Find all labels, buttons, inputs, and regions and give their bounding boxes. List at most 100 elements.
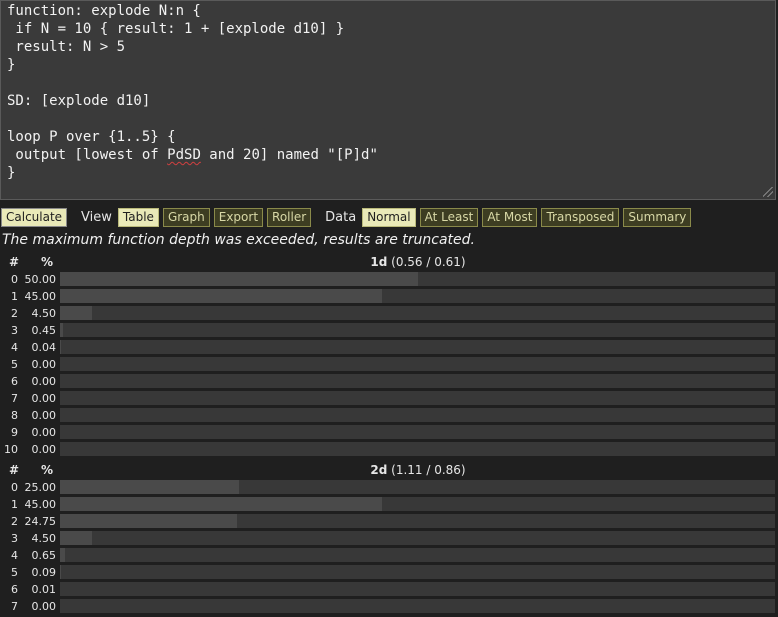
probability-bar-track [60,565,775,579]
table-stats: (0.56 / 0.61) [391,255,466,269]
probability-bar-track [60,357,775,371]
row-percent: 0.00 [31,375,57,388]
row-percent: 0.00 [31,600,57,613]
code-line: if N = 10 { result: 1 + [explode d10] } [7,21,345,37]
table-row: 5 0.00 [0,356,778,373]
probability-bar-track [60,289,775,303]
view-table-button[interactable]: Table [117,207,159,227]
table-title: 2d (1.11 / 0.86) [60,463,776,477]
code-line: } [7,165,16,181]
probability-bar-track [60,548,775,562]
table-row: 3 4.50 [0,530,778,547]
row-percent: 0.00 [31,426,57,439]
table-row: 6 0.00 [0,373,778,390]
table-row: 1 45.00 [0,496,778,513]
data-normal-button[interactable]: Normal [362,207,416,227]
row-percent: 0.65 [31,549,57,562]
code-editor[interactable]: function: explode N:n { if N = 10 { resu… [0,0,776,200]
row-outcome: 2 [11,307,18,320]
row-percent: 0.04 [31,341,57,354]
code-line: SD: [explode d10] [7,93,151,109]
code-line: } [7,57,16,73]
probability-bar-track [60,408,775,422]
row-percent: 0.00 [31,443,57,456]
table-row: 2 24.75 [0,513,778,530]
code-line: result: N > 5 [7,39,126,55]
column-header-number: # [9,255,20,269]
probability-bar-track [60,480,775,494]
row-percent: 0.01 [31,583,57,596]
probability-bar [60,548,65,562]
probability-bar [60,531,93,545]
view-graph-button[interactable]: Graph [162,207,210,227]
probability-bar-track [60,323,775,337]
table-row: 4 0.04 [0,339,778,356]
code-line: loop P over {1..5} { [7,129,176,145]
probability-bar-track [60,442,775,456]
row-outcome: 5 [11,358,18,371]
row-percent: 0.09 [31,566,57,579]
results-table-1d: # % 1d (0.56 / 0.61) 0 50.00 1 45.00 2 4.50 3 0… [0,254,778,458]
row-outcome: 6 [11,583,18,596]
column-header-percent: % [41,463,54,477]
code-line: output [lowest of PdSD and 20] named "[P… [1,146,775,164]
table-name: 2d [370,463,388,477]
row-outcome: 7 [11,392,18,405]
data-summary-button[interactable]: Summary [623,207,692,227]
table-header: # % 2d (1.11 / 0.86) [0,462,778,479]
table-row: 9 0.00 [0,424,778,441]
row-outcome: 3 [11,532,18,545]
view-export-button[interactable]: Export [213,207,264,227]
row-percent: 0.00 [31,392,57,405]
row-outcome: 7 [11,600,18,613]
probability-bar-track [60,599,775,613]
row-percent: 45.00 [24,498,57,511]
row-outcome: 5 [11,566,18,579]
results-table-2d: # % 2d (1.11 / 0.86) 0 25.00 1 45.00 2 24.75 3… [0,462,778,615]
table-title: 1d (0.56 / 0.61) [60,255,776,269]
toolbar: Calculate View Table Graph Export Roller… [0,206,778,228]
row-outcome: 0 [11,481,18,494]
table-row: 7 0.00 [0,390,778,407]
table-row: 4 0.65 [0,547,778,564]
table-name: 1d [370,255,388,269]
probability-bar [60,306,93,320]
table-row: 0 25.00 [0,479,778,496]
table-row: 1 45.00 [0,288,778,305]
table-row: 2 4.50 [0,305,778,322]
column-header-number: # [9,463,20,477]
row-outcome: 9 [11,426,18,439]
probability-bar [60,272,418,286]
data-at-most-button[interactable]: At Most [482,207,538,227]
code-text: and 20] named "[P]d" [200,147,378,163]
table-row: 8 0.00 [0,407,778,424]
probability-bar-track [60,531,775,545]
truncation-notice: The maximum function depth was exceeded,… [2,232,475,248]
probability-bar [60,289,382,303]
row-percent: 50.00 [24,273,57,286]
probability-bar-track [60,391,775,405]
data-at-least-button[interactable]: At Least [419,207,479,227]
row-percent: 0.45 [31,324,57,337]
row-outcome: 10 [4,443,18,456]
table-header: # % 1d (0.56 / 0.61) [0,254,778,271]
view-label: View [81,209,112,225]
probability-bar-track [60,425,775,439]
row-outcome: 3 [11,324,18,337]
view-roller-button[interactable]: Roller [267,207,312,227]
column-header-percent: % [41,255,54,269]
resize-grip-icon[interactable] [763,187,773,197]
row-percent: 45.00 [24,290,57,303]
probability-bar-track [60,306,775,320]
data-transposed-button[interactable]: Transposed [541,207,620,227]
code-line: function: explode N:n { [7,3,201,19]
table-row: 3 0.45 [0,322,778,339]
data-label: Data [325,209,357,225]
probability-bar [60,514,237,528]
row-percent: 24.75 [24,515,57,528]
table-rows: 0 50.00 1 45.00 2 4.50 3 0.45 4 0.04 5 0.00 6 0.00 7 0.… [0,271,778,458]
row-outcome: 1 [11,498,18,511]
probability-bar-track [60,374,775,388]
calculate-button[interactable]: Calculate [1,207,68,227]
table-row: 5 0.09 [0,564,778,581]
